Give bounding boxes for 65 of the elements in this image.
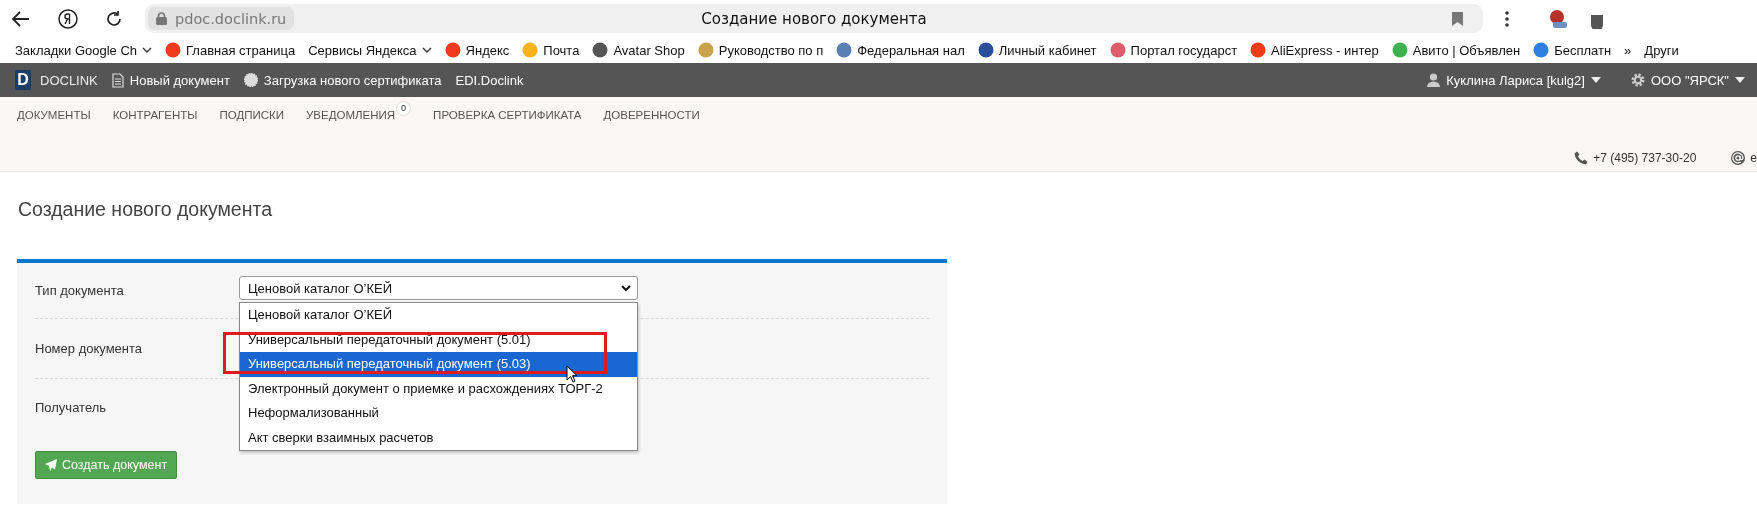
nav-tab[interactable]: КОНТРАГЕНТЫ xyxy=(112,109,198,121)
page-title-text: Создание нового документа xyxy=(701,9,927,28)
dropdown-option[interactable]: Электронный документ о приемке и расхождениях ТОРГ-2 xyxy=(240,376,637,401)
mouse-cursor-icon xyxy=(566,365,578,383)
nav-link[interactable]: Новый документ xyxy=(111,72,230,88)
user-icon xyxy=(1427,73,1441,87)
nav-link[interactable]: EDI.Doclink xyxy=(455,72,524,88)
bookmark-item[interactable]: Други xyxy=(1644,42,1679,58)
bookmark-item[interactable]: Яндекс xyxy=(444,42,510,58)
more-bookmarks-button[interactable]: » xyxy=(1624,42,1632,58)
bookmark-item[interactable]: Личный кабинет xyxy=(977,42,1097,58)
notification-count: 0 xyxy=(396,101,412,116)
badge-icon xyxy=(243,73,258,87)
bookmark-item[interactable]: Руководство по п xyxy=(697,42,824,58)
logo-icon[interactable]: D xyxy=(15,70,31,90)
email-text: e xyxy=(1750,151,1757,165)
back-icon[interactable] xyxy=(12,10,30,27)
field-label: Получатель xyxy=(35,399,108,415)
extension-icon[interactable] xyxy=(1547,8,1569,29)
field-label: Номер документа xyxy=(35,341,143,356)
nav-tab[interactable]: УВЕДОМЛЕНИЯ xyxy=(306,109,396,121)
bookmark-item[interactable]: Федеральная нал xyxy=(836,42,965,58)
dropdown-option[interactable]: Неформализованный xyxy=(240,401,637,426)
phone-number: +7 (495) 737-30-20 xyxy=(1593,151,1697,165)
bookmark-item[interactable]: Главная страница xyxy=(165,42,296,58)
bookmark-item[interactable]: Avatar Shop xyxy=(592,42,685,58)
dropdown-option[interactable]: Ценовой каталог О’КЕЙ xyxy=(240,303,637,328)
field-label: Тип документа xyxy=(35,283,125,298)
dropdown-option[interactable]: Акт сверки взаимных расчетов xyxy=(240,425,637,450)
document-type-select[interactable]: Ценовой каталог О’КЕЙ xyxy=(239,276,638,300)
bookmark-item[interactable]: AliExpress - интер xyxy=(1250,42,1379,58)
bookmark-icon[interactable] xyxy=(1452,11,1463,26)
nav-tab[interactable]: ПОДПИСКИ xyxy=(219,109,285,121)
organization-menu[interactable]: ООО "ЯРСК" xyxy=(1630,72,1745,88)
address-bar[interactable]: pdoc.doclink.ru Создание нового документа xyxy=(145,4,1483,33)
bookmark-item[interactable]: Портал государст xyxy=(1109,42,1238,58)
bookmark-item[interactable]: Бесплатн xyxy=(1533,42,1612,58)
bookmark-item[interactable]: Почта xyxy=(522,42,580,58)
bookmark-item[interactable]: Закладки Google Ch xyxy=(15,42,153,58)
nav-tab[interactable]: ДОВЕРЕННОСТИ xyxy=(603,109,700,121)
email-icon xyxy=(1731,151,1746,165)
nav-tab[interactable]: ПРОВЕРКА СЕРТИФИКАТА xyxy=(433,109,582,121)
chevron-icon xyxy=(421,47,432,53)
dropdown-option[interactable]: Универсальный передаточный документ (5.01) xyxy=(240,327,637,352)
lock-icon xyxy=(156,12,167,25)
page-heading: Создание нового документа xyxy=(18,198,273,222)
caret-icon xyxy=(1590,77,1601,83)
chevron-icon xyxy=(142,47,153,53)
browser-logo-icon[interactable] xyxy=(58,8,78,29)
menu-icon[interactable] xyxy=(1505,10,1509,27)
dropdown-option[interactable]: Универсальный передаточный документ (5.03) xyxy=(240,352,637,377)
url-text: pdoc.doclink.ru xyxy=(175,10,287,27)
nav-link[interactable]: Загрузка нового сертификата xyxy=(243,72,442,88)
document-icon xyxy=(111,72,124,88)
chevron-icon xyxy=(621,284,631,292)
user-menu[interactable]: Куклина Лариса [kulg2] xyxy=(1427,72,1601,88)
send-icon xyxy=(45,459,57,471)
brand-link[interactable]: DOCLINK xyxy=(40,72,98,88)
bookmark-item[interactable]: Сервисы Яндекса xyxy=(308,42,432,58)
bookmark-item[interactable]: Авито | Объявлен xyxy=(1391,42,1521,58)
settings-icon xyxy=(1630,73,1645,87)
caret-icon xyxy=(1735,77,1745,83)
reload-icon[interactable] xyxy=(105,9,123,28)
phone-icon xyxy=(1574,151,1589,165)
nav-tab[interactable]: ДОКУМЕНТЫ xyxy=(17,109,91,121)
